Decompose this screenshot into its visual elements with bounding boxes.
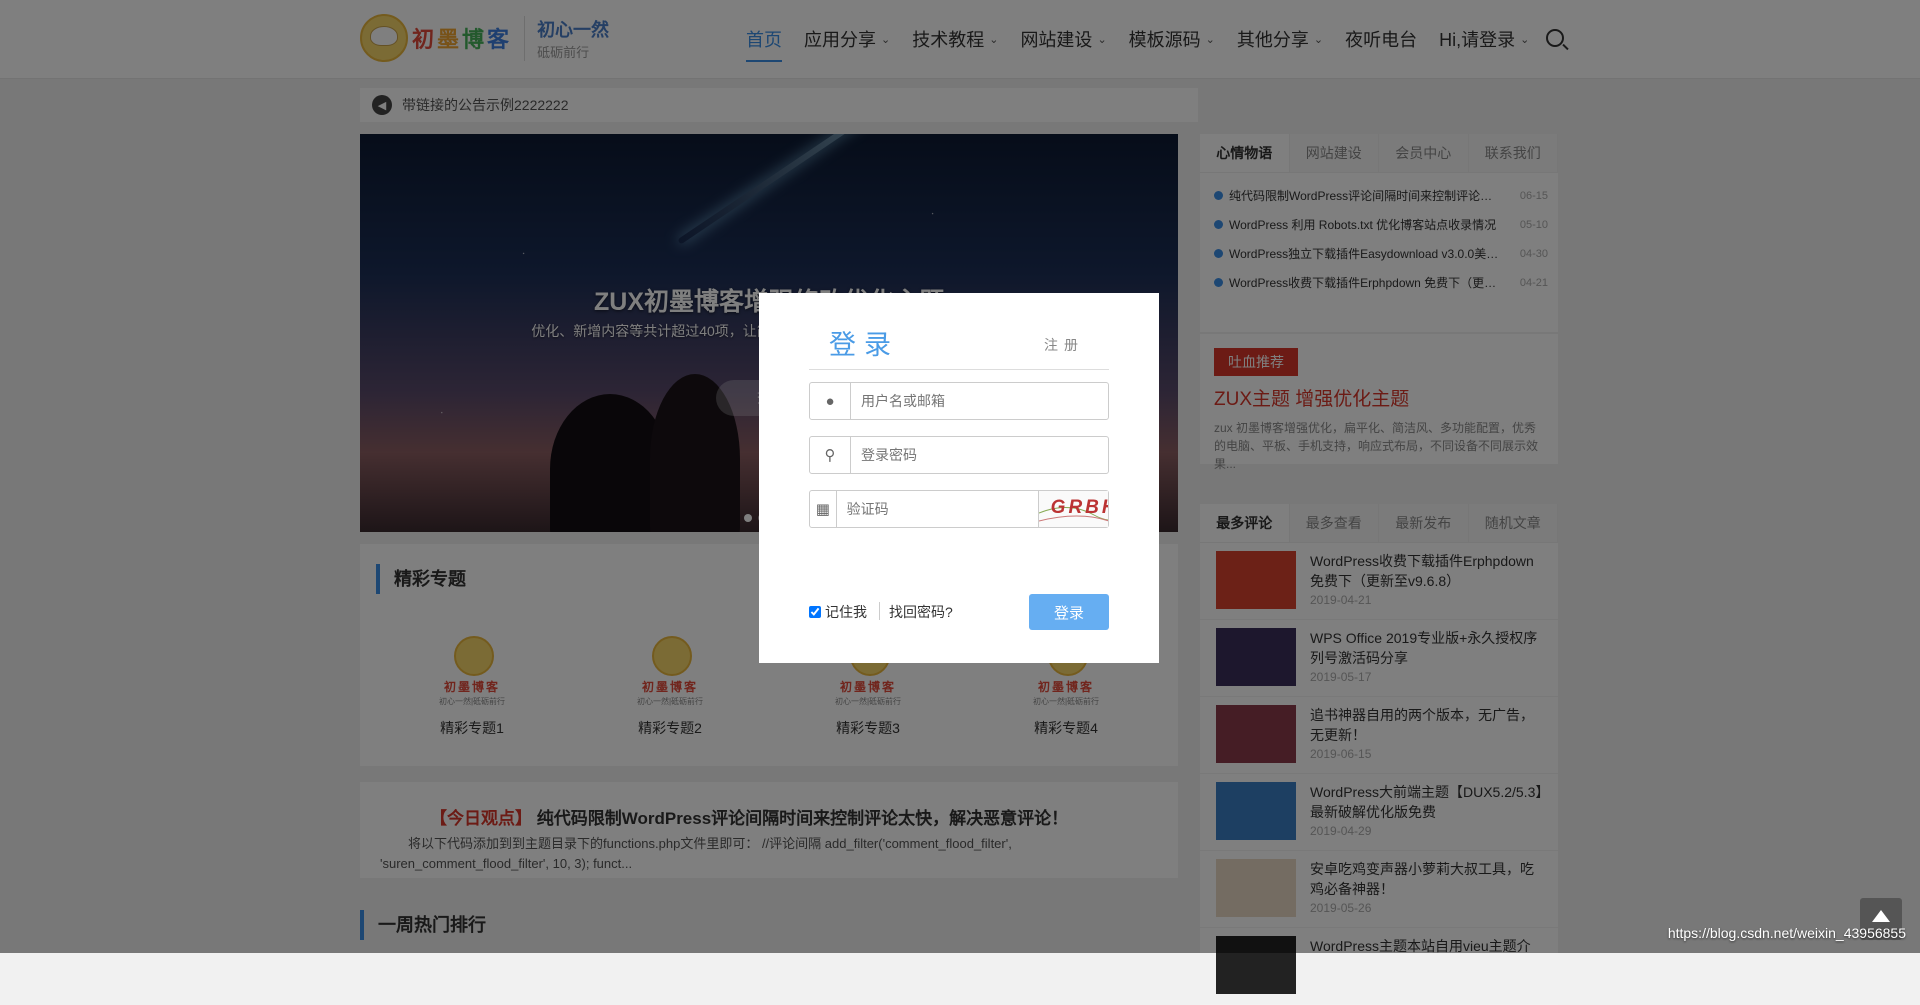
register-tab[interactable]: 注册	[1044, 335, 1084, 355]
user-icon: ●	[810, 383, 851, 419]
captcha-input[interactable]	[836, 491, 1038, 527]
captcha-image[interactable]: GRBH	[1037, 491, 1108, 527]
captcha-text: GRBH	[1050, 497, 1108, 518]
key-icon: ⚲	[810, 437, 851, 473]
login-modal: 登录 注册 ● ⚲ ▦ GRBH 记住我 找回密码? 登录	[759, 293, 1159, 663]
modal-title[interactable]: 登录	[829, 323, 899, 362]
login-button[interactable]: 登录	[1029, 594, 1109, 630]
remember-checkbox[interactable]	[809, 606, 821, 618]
password-input[interactable]	[851, 437, 1108, 473]
remember-me[interactable]: 记住我	[809, 602, 867, 622]
modal-footer: 记住我 找回密码? 登录	[809, 594, 1109, 630]
divider	[809, 369, 1109, 370]
divider	[879, 602, 880, 620]
watermark: https://blog.csdn.net/weixin_43956855	[1667, 925, 1906, 941]
password-field: ⚲	[809, 436, 1109, 474]
username-field: ●	[809, 382, 1109, 420]
calculator-icon: ▦	[810, 491, 837, 527]
username-input[interactable]	[851, 383, 1108, 419]
captcha-field: ▦ GRBH	[809, 490, 1109, 528]
forgot-password-link[interactable]: 找回密码?	[889, 602, 953, 622]
